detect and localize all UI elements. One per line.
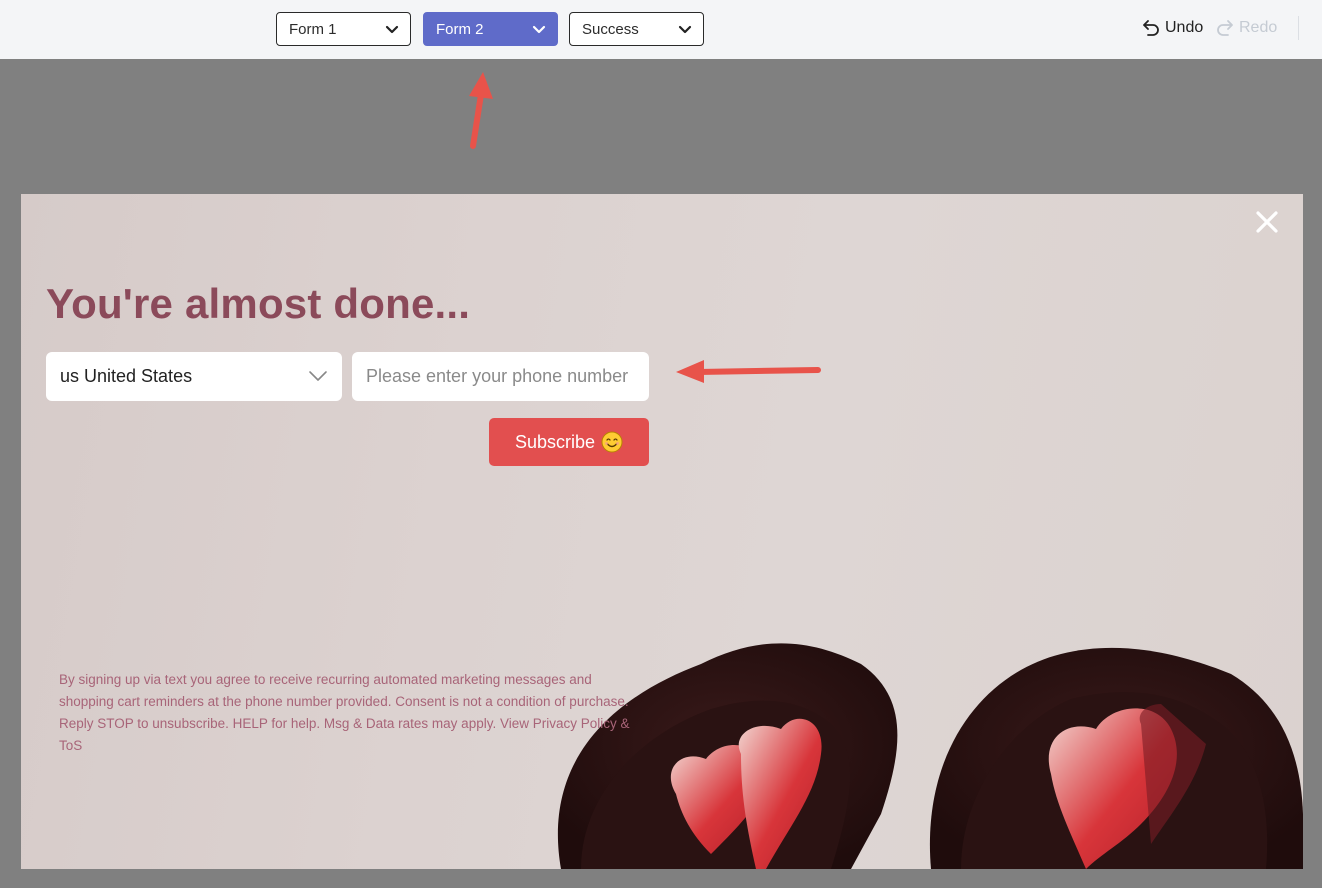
subscribe-button[interactable]: Subscribe bbox=[489, 418, 649, 466]
redo-icon bbox=[1217, 20, 1233, 36]
editor-toolbar: Form 1 Form 2 Success Undo Redo bbox=[0, 0, 1322, 59]
popup-headline: You're almost done... bbox=[46, 280, 471, 327]
signup-popup: You're almost done... us United States S… bbox=[21, 194, 1303, 869]
success-dropdown[interactable]: Success bbox=[569, 12, 704, 46]
form-1-label: Form 1 bbox=[289, 20, 337, 38]
success-label: Success bbox=[582, 20, 639, 38]
undo-icon bbox=[1143, 20, 1159, 36]
chevron-down-icon bbox=[309, 371, 327, 381]
chevron-down-icon bbox=[532, 25, 546, 34]
country-select-value: us United States bbox=[60, 366, 193, 386]
form-2-dropdown[interactable]: Form 2 bbox=[423, 12, 558, 46]
redo-button[interactable]: Redo bbox=[1214, 17, 1277, 39]
form-2-label: Form 2 bbox=[436, 20, 484, 38]
close-icon[interactable] bbox=[1253, 208, 1281, 236]
phone-input[interactable] bbox=[352, 352, 649, 401]
annotation-arrow-up bbox=[469, 72, 493, 149]
form-1-dropdown[interactable]: Form 1 bbox=[276, 12, 411, 46]
subscribe-label: Subscribe bbox=[514, 431, 596, 452]
chevron-down-icon bbox=[678, 25, 692, 34]
sms-consent-disclaimer: By signing up via text you agree to rece… bbox=[59, 672, 630, 753]
redo-label: Redo bbox=[1239, 19, 1278, 36]
undo-label: Undo bbox=[1165, 19, 1204, 36]
annotation-arrow-left bbox=[676, 360, 821, 383]
undo-button[interactable]: Undo bbox=[1140, 17, 1203, 39]
smiling-face-emoji-icon bbox=[601, 431, 623, 453]
toolbar-divider bbox=[1298, 16, 1299, 40]
chevron-down-icon bbox=[385, 25, 399, 34]
country-select[interactable]: us United States bbox=[46, 352, 342, 401]
